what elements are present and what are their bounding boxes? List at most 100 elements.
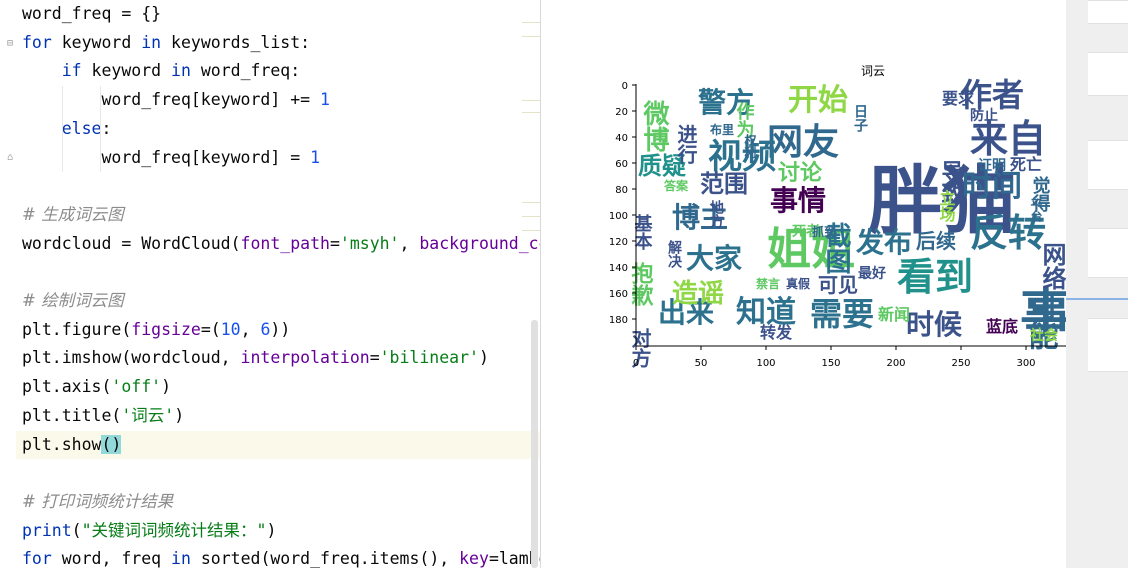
code-token: keywords_list: bbox=[161, 32, 311, 52]
scroll-marker bbox=[522, 36, 540, 37]
code-token: background_co bbox=[419, 233, 540, 253]
code-token: sorted(word_freq.items(), bbox=[190, 549, 460, 568]
code-line[interactable]: plt.show() bbox=[16, 430, 540, 460]
code-token: figsize bbox=[131, 319, 201, 339]
code-line[interactable]: if keyword in word_freq: bbox=[22, 57, 300, 86]
code-line[interactable]: plt.axis('off') bbox=[22, 373, 171, 402]
code-token: ) bbox=[266, 520, 277, 540]
word-6: 网友 bbox=[767, 122, 839, 163]
thumbnail-selection-marker bbox=[1066, 298, 1128, 300]
word-50: 平台 bbox=[1029, 198, 1043, 223]
code-token: in bbox=[171, 61, 191, 81]
word-16: 需要 bbox=[810, 295, 874, 333]
plot-thumbnail-2[interactable] bbox=[1088, 52, 1128, 96]
y-tick-label: 80 bbox=[615, 185, 628, 196]
word-29: 可见 bbox=[818, 273, 858, 297]
code-line[interactable]: print("关键词词频统计结果：") bbox=[22, 517, 276, 546]
word-54: 权利 bbox=[743, 133, 757, 159]
word-30: 转发 bbox=[760, 323, 793, 342]
word-33: 基本 bbox=[632, 213, 654, 251]
indent-guide bbox=[62, 86, 63, 172]
fold-end-icon[interactable]: ⌂ bbox=[7, 153, 16, 163]
word-31: 抱歉 bbox=[628, 261, 654, 307]
word-35: 蓝底 bbox=[986, 317, 1018, 336]
word-49: 禁言 bbox=[756, 276, 780, 291]
x-tick-label: 150 bbox=[821, 358, 840, 369]
code-line[interactable]: # 打印词频统计结果 bbox=[22, 488, 173, 517]
word-27: 网络 bbox=[1038, 242, 1066, 290]
code-line[interactable]: else: bbox=[22, 115, 112, 144]
code-token: ) bbox=[174, 405, 185, 425]
x-tick-label: 50 bbox=[695, 358, 708, 369]
x-tick-label: 0 bbox=[633, 358, 639, 369]
word-18: 时候 bbox=[906, 308, 963, 341]
x-tick-label: 300 bbox=[1016, 358, 1035, 369]
code-token: 1 bbox=[320, 90, 330, 110]
word-40: 死亡 bbox=[1010, 155, 1042, 174]
code-token: = bbox=[369, 348, 380, 368]
code-token: "关键词词频统计结果：" bbox=[81, 520, 267, 540]
code-line[interactable]: wordcloud = WordCloud(font_path='msyh', … bbox=[22, 230, 540, 259]
word-15: 发布 bbox=[855, 226, 912, 259]
scroll-marker bbox=[522, 202, 540, 203]
code-editor[interactable]: ⊟ ⌂ word_freq = {} for keyword in keyword… bbox=[0, 0, 540, 568]
y-tick-label: 160 bbox=[609, 289, 628, 300]
code-line[interactable]: for keyword in keywords_list: bbox=[22, 29, 310, 58]
scroll-marker bbox=[522, 230, 540, 231]
code-token: = bbox=[329, 233, 340, 253]
code-token: plt.figure( bbox=[22, 319, 132, 339]
y-tick-label: 0 bbox=[622, 81, 628, 92]
code-token: )) bbox=[270, 319, 291, 339]
y-tick-label: 140 bbox=[609, 263, 628, 274]
code-line[interactable]: # 绘制词云图 bbox=[22, 287, 124, 316]
x-tick-label: 100 bbox=[756, 358, 775, 369]
code-line[interactable]: word_freq = {} bbox=[22, 0, 161, 29]
code-token: '词云' bbox=[121, 405, 175, 425]
word-9: 时间 bbox=[962, 169, 1022, 204]
code-token: ) bbox=[478, 348, 489, 368]
code-token: =( bbox=[200, 319, 221, 339]
indent-guide bbox=[100, 86, 101, 172]
code-token: 10 bbox=[220, 319, 241, 339]
code-line[interactable]: plt.title('词云') bbox=[22, 402, 184, 431]
word-42: 作为 bbox=[734, 101, 755, 138]
plot-thumbnail-1[interactable] bbox=[1088, 0, 1128, 24]
code-token: plt.axis( bbox=[22, 377, 112, 397]
code-token: 6 bbox=[260, 319, 271, 339]
x-tick-label: 200 bbox=[886, 358, 905, 369]
code-line[interactable]: word_freq[keyword] = 1 bbox=[22, 144, 320, 173]
code-line[interactable]: for word, freq in sorted(word_freq.items… bbox=[22, 545, 540, 568]
y-tick-label: 100 bbox=[609, 211, 628, 222]
fold-icon[interactable]: ⊟ bbox=[7, 39, 16, 49]
plot-thumbnail-3[interactable] bbox=[1088, 140, 1128, 190]
word-46: 证明 bbox=[978, 158, 1006, 174]
code-token: plt.imshow(wordcloud, bbox=[22, 348, 241, 368]
plot-thumbnail-5[interactable] bbox=[1088, 318, 1128, 372]
scroll-marker bbox=[522, 22, 540, 23]
y-tick-label: 20 bbox=[615, 107, 628, 118]
word-45: 立场 bbox=[937, 189, 956, 223]
word-23: 范围 bbox=[700, 170, 748, 198]
code-line[interactable]: plt.figure(figsize=(10, 6)) bbox=[22, 316, 290, 345]
code-line[interactable]: word_freq[keyword] += 1 bbox=[22, 86, 330, 115]
code-token: 'bilinear' bbox=[379, 348, 479, 368]
word-32: 对方 bbox=[628, 327, 652, 369]
word-56: 抓到 bbox=[812, 224, 836, 239]
code-token: word_freq: bbox=[190, 61, 301, 81]
word-13: 大家 bbox=[686, 242, 742, 275]
word-48: 真假 bbox=[786, 276, 811, 291]
word-47: 解决 bbox=[666, 239, 682, 269]
code-line[interactable]: # 生成词云图 bbox=[22, 201, 124, 230]
word-51: 地方 bbox=[708, 199, 724, 229]
code-token: else bbox=[61, 118, 102, 138]
word-55: 布里 bbox=[710, 122, 734, 137]
code-line[interactable]: plt.imshow(wordcloud, interpolation='bil… bbox=[22, 344, 489, 373]
word-14: 事情 bbox=[770, 184, 826, 217]
code-token: if bbox=[61, 61, 82, 81]
editor-scrollbar[interactable] bbox=[531, 320, 538, 568]
scroll-marker bbox=[522, 216, 540, 217]
word-24: 讨论 bbox=[778, 160, 823, 186]
y-tick-label: 60 bbox=[615, 159, 628, 170]
plot-thumbnail-4[interactable] bbox=[1088, 228, 1128, 278]
wordcloud-figure: 胖猫事姐姐 反转来自看到网友视频作者时间开始警方博主大家事情发布需要知道 时候 可能出… bbox=[609, 76, 1072, 369]
